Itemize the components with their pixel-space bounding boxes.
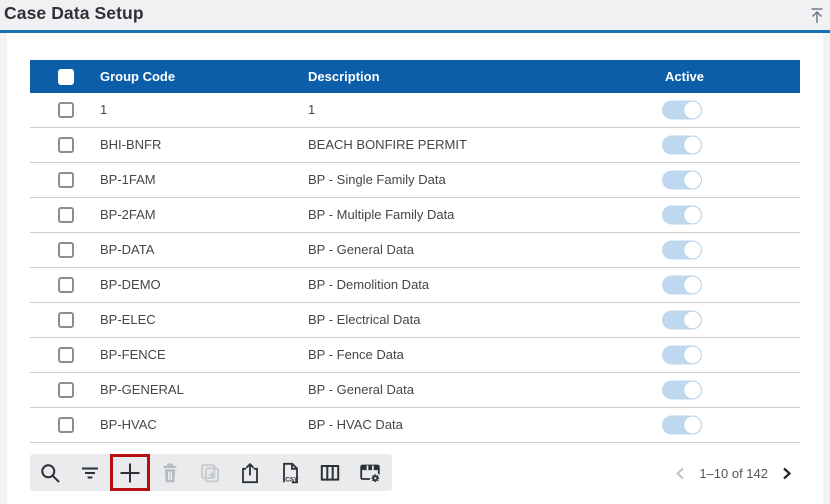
row-checkbox[interactable]: [58, 382, 74, 398]
delete-button[interactable]: [150, 454, 190, 491]
toggle-knob: [684, 277, 701, 294]
column-header-active[interactable]: Active: [665, 60, 704, 93]
svg-text:CSV: CSV: [285, 476, 299, 483]
table-row[interactable]: BP-GENERAL BP - General Data: [30, 373, 800, 408]
column-header-group-code[interactable]: Group Code: [100, 60, 175, 93]
upload-button[interactable]: [230, 454, 270, 491]
cell-group-code: 1: [100, 93, 107, 127]
pagination: 1–10 of 142: [672, 459, 795, 487]
cell-description: 1: [308, 93, 315, 127]
cell-group-code: BP-FENCE: [100, 338, 166, 372]
cell-description: BP - Electrical Data: [308, 303, 420, 337]
active-toggle[interactable]: [662, 136, 702, 155]
copy-add-icon: [198, 461, 222, 485]
active-toggle[interactable]: [662, 241, 702, 260]
toggle-knob: [684, 102, 701, 119]
table-row[interactable]: BP-DEMO BP - Demolition Data: [30, 268, 800, 303]
toggle-knob: [684, 312, 701, 329]
filter-icon: [78, 461, 102, 485]
row-checkbox[interactable]: [58, 417, 74, 433]
table-row[interactable]: BP-2FAM BP - Multiple Family Data: [30, 198, 800, 233]
table-header-row: Group Code Description Active: [30, 60, 800, 93]
upload-icon: [238, 461, 262, 485]
csv-file-icon: CSV: [278, 461, 302, 485]
export-csv-button[interactable]: CSV: [270, 454, 310, 491]
toggle-knob: [684, 382, 701, 399]
select-all-checkbox[interactable]: [58, 69, 74, 85]
cell-group-code: BP-ELEC: [100, 303, 156, 337]
cell-group-code: BP-HVAC: [100, 408, 157, 442]
cell-group-code: BP-2FAM: [100, 198, 156, 232]
row-checkbox[interactable]: [58, 207, 74, 223]
chevron-right-icon: [777, 464, 795, 483]
duplicate-button[interactable]: [190, 454, 230, 491]
cell-group-code: BP-DATA: [100, 233, 154, 267]
columns-icon: [318, 461, 342, 485]
active-toggle[interactable]: [662, 311, 702, 330]
search-button[interactable]: [30, 454, 70, 491]
table-row[interactable]: BHI-BNFR BEACH BONFIRE PERMIT: [30, 128, 800, 163]
page-title: Case Data Setup: [4, 3, 144, 24]
active-toggle[interactable]: [662, 206, 702, 225]
grid-settings-button[interactable]: [350, 454, 390, 491]
table-row[interactable]: BP-DATA BP - General Data: [30, 233, 800, 268]
cell-group-code: BP-GENERAL: [100, 373, 184, 407]
active-toggle[interactable]: [662, 171, 702, 190]
toggle-knob: [684, 242, 701, 259]
row-checkbox[interactable]: [58, 312, 74, 328]
previous-page-button[interactable]: [672, 464, 690, 483]
row-checkbox[interactable]: [58, 347, 74, 363]
toggle-knob: [684, 417, 701, 434]
plus-icon: [118, 461, 142, 485]
column-header-description[interactable]: Description: [308, 60, 380, 93]
chevron-left-icon: [672, 464, 690, 483]
cell-description: BP - Single Family Data: [308, 163, 446, 197]
row-checkbox[interactable]: [58, 137, 74, 153]
table-row[interactable]: BP-FENCE BP - Fence Data: [30, 338, 800, 373]
case-data-table: Group Code Description Active 1 1 BHI-BN…: [30, 60, 800, 443]
toggle-knob: [684, 207, 701, 224]
cell-description: BP - HVAC Data: [308, 408, 403, 442]
cell-group-code: BHI-BNFR: [100, 128, 161, 162]
cell-description: BP - General Data: [308, 373, 414, 407]
active-toggle[interactable]: [662, 416, 702, 435]
next-page-button[interactable]: [777, 464, 795, 483]
filter-button[interactable]: [70, 454, 110, 491]
table-row[interactable]: BP-ELEC BP - Electrical Data: [30, 303, 800, 338]
row-checkbox[interactable]: [58, 102, 74, 118]
trash-icon: [158, 461, 182, 485]
cell-group-code: BP-DEMO: [100, 268, 161, 302]
table-gear-icon: [358, 461, 382, 485]
table-row[interactable]: BP-1FAM BP - Single Family Data: [30, 163, 800, 198]
cell-description: BEACH BONFIRE PERMIT: [308, 128, 467, 162]
cell-description: BP - General Data: [308, 233, 414, 267]
row-checkbox[interactable]: [58, 277, 74, 293]
toggle-knob: [684, 172, 701, 189]
page-range-label: 1–10 of 142: [699, 466, 768, 481]
cell-group-code: BP-1FAM: [100, 163, 156, 197]
toggle-knob: [684, 137, 701, 154]
active-toggle[interactable]: [662, 276, 702, 295]
table-row[interactable]: 1 1: [30, 93, 800, 128]
active-toggle[interactable]: [662, 381, 702, 400]
scroll-to-top-icon[interactable]: [809, 7, 825, 24]
columns-button[interactable]: [310, 454, 350, 491]
active-toggle[interactable]: [662, 346, 702, 365]
active-toggle[interactable]: [662, 101, 702, 120]
add-button[interactable]: [110, 454, 150, 491]
cell-description: BP - Multiple Family Data: [308, 198, 454, 232]
toggle-knob: [684, 347, 701, 364]
row-checkbox[interactable]: [58, 242, 74, 258]
cell-description: BP - Demolition Data: [308, 268, 429, 302]
cell-description: BP - Fence Data: [308, 338, 404, 372]
table-toolbar: CSV: [30, 454, 392, 491]
search-icon: [38, 461, 62, 485]
table-row[interactable]: BP-HVAC BP - HVAC Data: [30, 408, 800, 443]
content-panel: Group Code Description Active 1 1 BHI-BN…: [7, 33, 823, 504]
row-checkbox[interactable]: [58, 172, 74, 188]
